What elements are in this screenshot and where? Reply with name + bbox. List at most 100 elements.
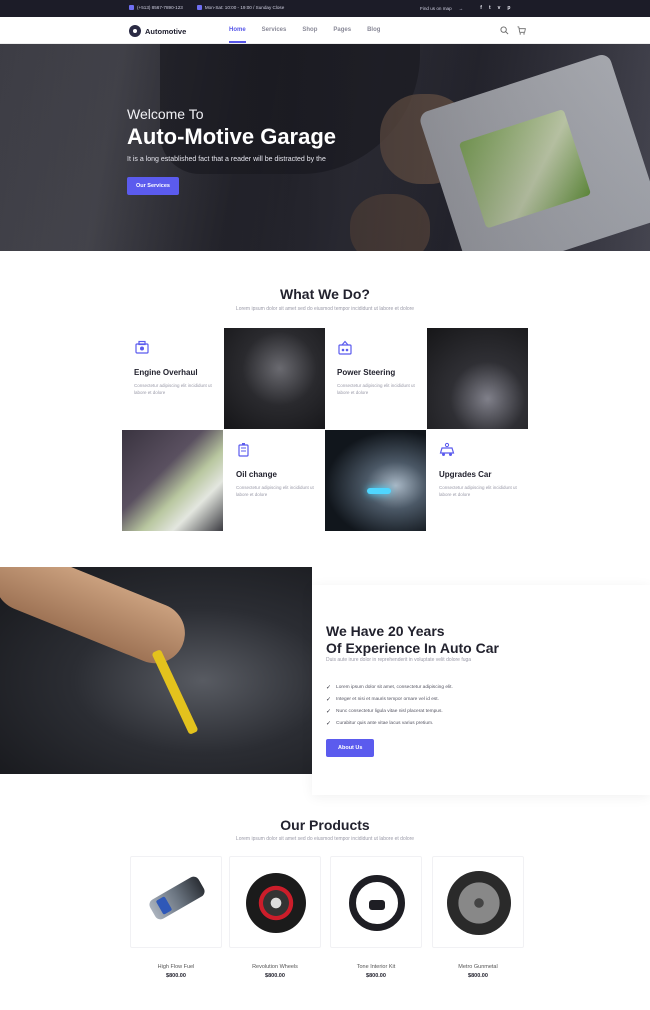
point-text: Curabitur quis ante vitae lacus varius p… <box>336 720 434 726</box>
nav-icons <box>500 26 526 35</box>
service-desc: Consectetur adipiscing elit incididunt u… <box>236 485 314 497</box>
hero-content: Welcome To Auto-Motive Garage It is a lo… <box>127 106 336 195</box>
nav-item-pages[interactable]: Pages <box>333 27 351 33</box>
services-title: What We Do? <box>280 286 370 302</box>
product-image <box>229 856 321 948</box>
product-price: $800.00 <box>468 973 488 979</box>
engine-bay-photo <box>427 328 528 429</box>
main-navbar: Automotive Home Services Shop Pages Blog <box>0 17 650 44</box>
experience-title-line1: We Have 20 Years <box>326 623 445 639</box>
search-icon[interactable] <box>500 26 509 35</box>
facebook-icon[interactable]: f <box>480 5 482 11</box>
find-us-link[interactable]: Find us on map <box>420 6 452 11</box>
nav-item-home[interactable]: Home <box>229 27 246 43</box>
phone-icon <box>129 5 134 10</box>
phone-contact[interactable]: (+513) 8567-7890-123 <box>129 5 183 10</box>
experience-photo <box>0 567 312 774</box>
service-desc: Consectetur adipiscing elit incididunt u… <box>337 383 415 395</box>
point-text: Lorem ipsum dolor sit amet, consectetur … <box>336 684 453 690</box>
services-grid: Engine Overhaul Consectetur adipiscing e… <box>122 328 528 532</box>
check-icon: ✓ <box>326 684 332 691</box>
main-menu: Home Services Shop Pages Blog <box>229 27 380 43</box>
check-icon: ✓ <box>326 720 332 727</box>
mechanic-arm-shape <box>0 567 194 673</box>
service-title: Engine Overhaul <box>134 368 198 377</box>
product-price: $800.00 <box>166 973 186 979</box>
logo[interactable]: Automotive <box>129 25 186 37</box>
engine-icon <box>135 340 149 354</box>
alloy-wheel-shape <box>447 871 511 935</box>
engine-photo <box>224 328 325 429</box>
product-image <box>330 856 422 948</box>
experience-panel: We Have 20 Years Of Experience In Auto C… <box>312 585 650 795</box>
services-subtitle: Lorem ipsum dolor sit amet sed do eiusmo… <box>235 306 415 312</box>
check-icon: ✓ <box>326 708 332 715</box>
service-title: Oil change <box>236 470 277 479</box>
nav-item-shop[interactable]: Shop <box>302 27 317 33</box>
point-text: Nunc consectetur ligula vitae nisl place… <box>336 708 443 714</box>
service-card-engine-overhaul[interactable]: Engine Overhaul Consectetur adipiscing e… <box>122 328 223 429</box>
product-image <box>432 856 524 948</box>
cart-icon[interactable] <box>517 26 526 35</box>
hero-subtitle: It is a long established fact that a rea… <box>127 156 326 163</box>
product-name: High Flow Fuel <box>157 964 195 970</box>
product-price: $800.00 <box>366 973 386 979</box>
list-item: ✓ Lorem ipsum dolor sit amet, consectetur… <box>326 681 453 693</box>
wheel-shape <box>246 873 306 933</box>
experience-points: ✓ Lorem ipsum dolor sit amet, consectetur… <box>326 681 453 729</box>
product-card[interactable]: Metro Gunmetal $800.00 <box>432 856 524 979</box>
our-services-button[interactable]: Our Services <box>127 177 179 195</box>
products-row: High Flow Fuel $800.00 Revolution Wheels… <box>130 856 525 986</box>
service-card-upgrades-car[interactable]: Upgrades Car Consectetur adipiscing elit… <box>427 430 528 531</box>
product-card[interactable]: Tone Interior Kit $800.00 <box>330 856 422 979</box>
hero-welcome: Welcome To <box>127 106 204 122</box>
top-bar: (+513) 8567-7890-123 Mon-Sat: 10:00 - 19… <box>0 0 650 17</box>
clock-icon <box>196 5 202 10</box>
car-headlight-photo <box>325 430 426 531</box>
product-price: $800.00 <box>265 973 285 979</box>
steering-wheel-shape <box>349 875 405 931</box>
point-text: Integer et nisi et mauris tempor ornare … <box>336 696 439 702</box>
fuel-injector-shape <box>147 874 207 922</box>
list-item: ✓ Curabitur quis ante vitae lacus varius … <box>326 717 453 729</box>
nav-item-blog[interactable]: Blog <box>367 27 380 33</box>
list-item: ✓ Integer et nisi et mauris tempor ornare… <box>326 693 453 705</box>
experience-subtitle: Duis aute irure dolor in reprehenderit i… <box>326 657 472 663</box>
phone-text: (+513) 8567-7890-123 <box>137 5 183 10</box>
product-name: Tone Interior Kit <box>356 964 396 970</box>
dipstick-shape <box>151 649 199 735</box>
oil-change-photo <box>122 430 223 531</box>
product-name: Metro Gunmetal <box>458 964 498 970</box>
about-us-button[interactable]: About Us <box>326 739 375 757</box>
topbar-right: Find us on map → f t v p <box>420 5 510 11</box>
twitter-icon[interactable]: t <box>489 5 491 11</box>
products-title: Our Products <box>280 817 370 833</box>
power-steering-icon <box>338 340 352 355</box>
hours-text: Mon-Sat: 10:00 - 19:00 / Sunday Close <box>204 5 285 10</box>
experience-title-line2: Of Experience In Auto Car <box>326 639 499 656</box>
product-card[interactable]: Revolution Wheels $800.00 <box>229 856 321 979</box>
gear-logo-icon <box>129 25 141 37</box>
product-card[interactable]: High Flow Fuel $800.00 <box>130 856 222 979</box>
service-card-oil-change[interactable]: Oil change Consectetur adipiscing elit i… <box>224 430 325 531</box>
hours-info: Mon-Sat: 10:00 - 19:00 / Sunday Close <box>196 5 285 10</box>
car-upgrade-icon <box>439 442 455 456</box>
nav-item-services[interactable]: Services <box>262 27 287 33</box>
oil-can-icon <box>238 443 249 457</box>
list-item: ✓ Nunc consectetur ligula vitae nisl plac… <box>326 705 453 717</box>
product-image <box>130 856 222 948</box>
logo-text: Automotive <box>145 26 187 36</box>
service-title: Power Steering <box>337 368 396 377</box>
arrow-right-icon: → <box>458 5 464 11</box>
service-title: Upgrades Car <box>439 470 492 479</box>
headlight-glow <box>367 488 391 494</box>
hero-title: Auto-Motive Garage <box>127 124 337 149</box>
pinterest-icon[interactable]: p <box>507 5 510 11</box>
service-card-power-steering[interactable]: Power Steering Consectetur adipiscing el… <box>325 328 426 429</box>
topbar-contact: (+513) 8567-7890-123 Mon-Sat: 10:00 - 19… <box>129 5 284 10</box>
service-desc: Consectetur adipiscing elit incididunt u… <box>134 383 212 395</box>
product-name: Revolution Wheels <box>252 964 298 970</box>
service-desc: Consectetur adipiscing elit incididunt u… <box>439 485 517 497</box>
social-links: f t v p <box>480 5 510 11</box>
vimeo-icon[interactable]: v <box>498 5 501 11</box>
